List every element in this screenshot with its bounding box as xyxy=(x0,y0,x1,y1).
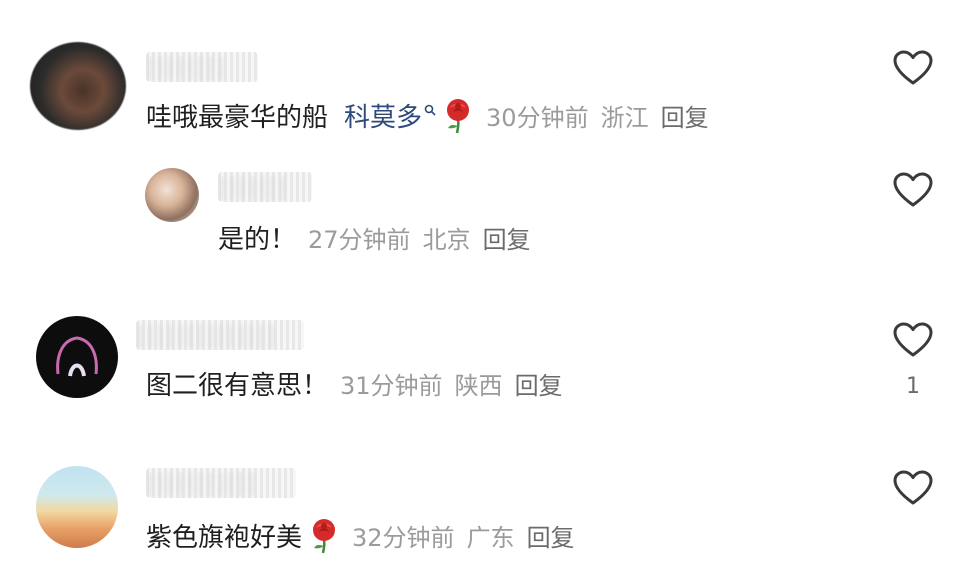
rose-emoji-icon xyxy=(442,98,474,134)
heart-outline-icon[interactable] xyxy=(893,322,933,358)
username[interactable]: ||||||||||| xyxy=(146,468,296,498)
comment-time: 27分钟前 xyxy=(308,226,411,254)
avatar-art-icon xyxy=(56,336,98,377)
comment-text: 哇哦最豪华的船 xyxy=(146,103,329,133)
avatar[interactable] xyxy=(36,316,118,398)
reply-button[interactable]: 回复 xyxy=(515,372,563,400)
username[interactable]: ||||||| xyxy=(218,172,312,202)
comment-location: 浙江 xyxy=(600,104,649,132)
comment-text: 是的！ xyxy=(218,225,297,255)
comment-time: 31分钟前 xyxy=(340,372,443,400)
reply-button[interactable]: 回复 xyxy=(661,104,709,132)
heart-outline-icon[interactable] xyxy=(893,172,933,208)
comment-line: 图二很有意思！ 31分钟前 陕西 回复 xyxy=(146,368,563,404)
comment-time: 30分钟前 xyxy=(486,104,589,132)
comment-location: 广东 xyxy=(466,524,515,552)
rose-emoji-icon xyxy=(308,518,340,554)
comment-line: 哇哦最豪华的船 科莫多 30分钟前 浙江 回复 xyxy=(146,98,709,136)
avatar[interactable] xyxy=(145,168,199,222)
avatar[interactable] xyxy=(36,466,118,548)
comment-location: 陕西 xyxy=(454,372,503,400)
username[interactable]: |||||||| xyxy=(146,52,258,82)
comment-location: 北京 xyxy=(422,226,471,254)
avatar[interactable] xyxy=(30,42,126,130)
comment-text: 紫色旗袍好美 xyxy=(146,523,303,553)
heart-outline-icon[interactable] xyxy=(893,50,933,86)
like-count: 1 xyxy=(906,374,920,399)
comment-line: 是的！ 27分钟前 北京 回复 xyxy=(218,222,531,258)
reply-button[interactable]: 回复 xyxy=(527,524,575,552)
comment-text: 图二很有意思！ xyxy=(146,371,329,401)
mention-link[interactable]: 科莫多 xyxy=(344,103,436,133)
comment-line: 紫色旗袍好美 32分钟前 广东 回复 xyxy=(146,518,575,556)
comment-time: 32分钟前 xyxy=(352,524,455,552)
search-icon xyxy=(424,104,436,116)
heart-outline-icon[interactable] xyxy=(893,470,933,506)
reply-button[interactable]: 回复 xyxy=(483,226,531,254)
username[interactable]: |||||||||||||| xyxy=(136,320,304,350)
